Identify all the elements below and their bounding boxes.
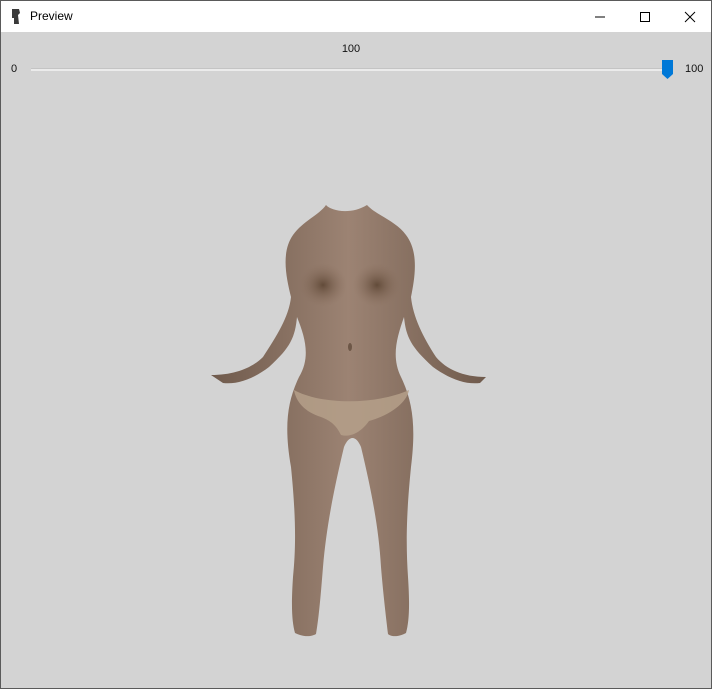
slider-thumb[interactable] [662,60,673,79]
slider-value-label: 100 [341,43,361,55]
preview-area: 100 0 100 [1,32,711,688]
slider-max-label: 100 [685,63,704,75]
maximize-icon [640,12,650,22]
slider-track[interactable] [31,68,673,71]
preview-window: Preview 100 0 100 [0,0,712,689]
maximize-button[interactable] [622,1,668,32]
window-title: Preview [30,9,73,23]
slider-min-label: 0 [11,63,18,75]
body-model-preview [211,205,486,637]
app-icon [12,9,20,24]
title-bar[interactable]: Preview [1,1,711,32]
close-icon [684,11,696,23]
close-button[interactable] [667,1,711,32]
minimize-button[interactable] [577,1,623,32]
minimize-icon [595,16,605,18]
